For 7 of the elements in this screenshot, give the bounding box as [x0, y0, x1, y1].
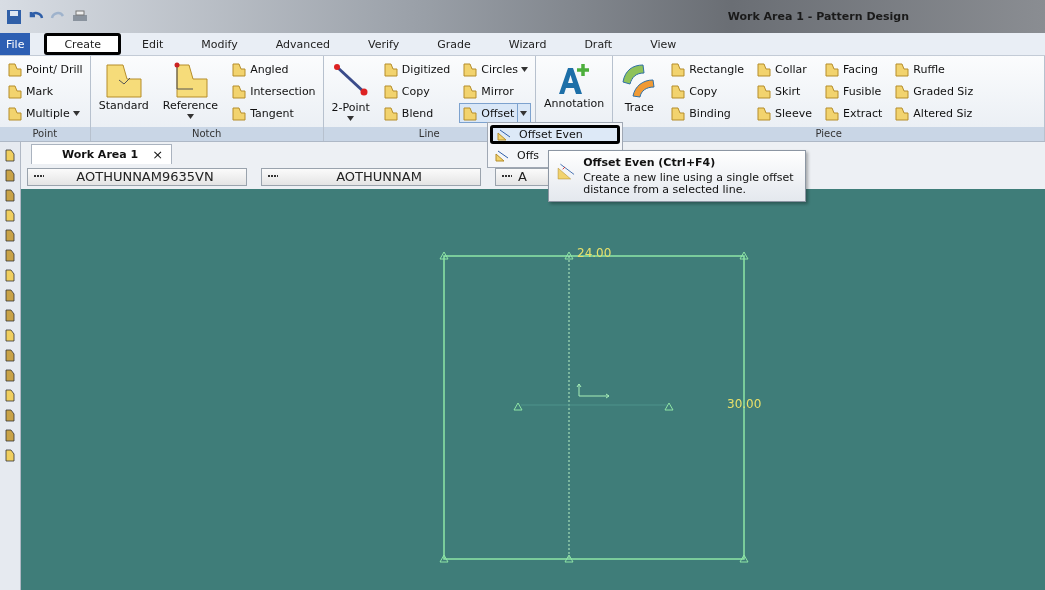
tooltip-text: Create a new line using a single offset distance from a selected line.	[583, 172, 795, 196]
group-label: Point	[0, 127, 90, 141]
tooltip-title: Offset Even (Ctrl+F4)	[583, 156, 717, 169]
width-label: 24.00	[577, 246, 612, 260]
window-title: Work Area 1 - Pattern Design	[727, 10, 909, 23]
group-label: Notch	[90, 127, 323, 141]
length-label: 30.00	[727, 397, 762, 411]
